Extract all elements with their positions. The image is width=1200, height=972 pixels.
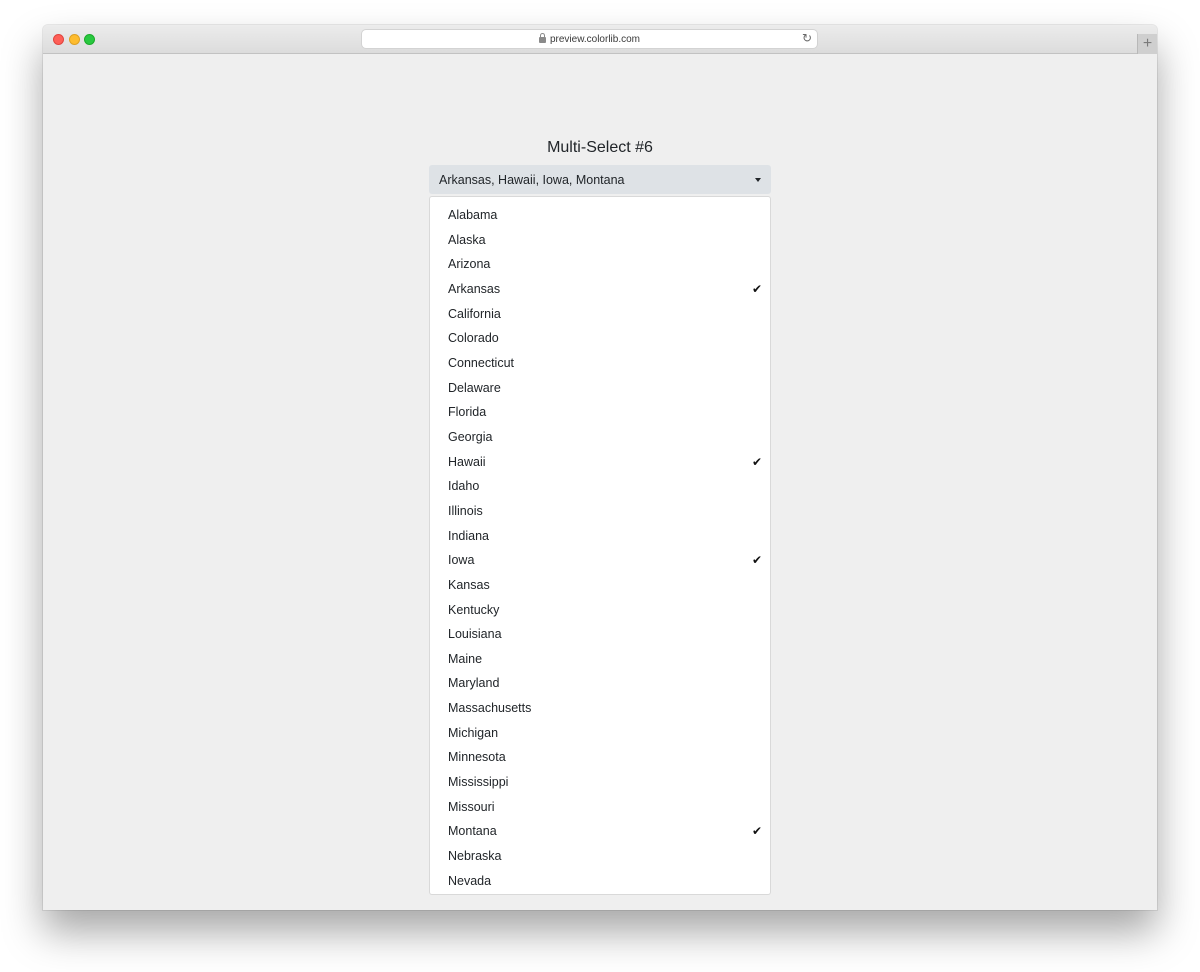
dropdown-option[interactable]: Louisiana — [430, 622, 770, 647]
option-label: Alabama — [448, 208, 498, 222]
dropdown-option[interactable]: Arkansas ✔ — [430, 277, 770, 302]
checkmark-icon: ✔ — [751, 281, 762, 296]
close-window-icon[interactable] — [53, 34, 64, 45]
dropdown-option[interactable]: Mississippi — [430, 770, 770, 795]
dropdown-option[interactable]: Connecticut — [430, 351, 770, 376]
minimize-window-icon[interactable] — [69, 34, 80, 45]
option-label: Maryland — [448, 676, 500, 691]
dropdown-option[interactable]: Arizona — [430, 252, 770, 277]
new-tab-button[interactable]: + — [1137, 34, 1157, 54]
dropdown-option[interactable]: Kansas — [430, 573, 770, 598]
dropdown-option[interactable]: Maryland — [430, 671, 770, 696]
dropdown-option[interactable]: Massachusetts — [430, 696, 770, 721]
multi-select-toggle[interactable]: Arkansas, Hawaii, Iowa, Montana — [429, 165, 771, 194]
dropdown-option[interactable]: Hawaii ✔ — [430, 450, 770, 475]
option-label: Delaware — [448, 380, 501, 395]
address-bar-url: preview.colorlib.com — [549, 33, 641, 45]
checkmark-icon: ✔ — [751, 454, 762, 469]
dropdown-option[interactable]: Illinois — [430, 499, 770, 524]
option-label: California — [448, 306, 501, 321]
option-label: Montana — [448, 824, 497, 839]
option-label: Connecticut — [448, 355, 515, 370]
dropdown-option[interactable]: Indiana — [430, 524, 770, 549]
option-label: Missouri — [448, 799, 495, 814]
option-label: Iowa — [448, 553, 475, 568]
option-label: Minnesota — [448, 750, 506, 765]
option-label: Idaho — [448, 479, 480, 494]
dropdown-option[interactable]: Minnesota — [430, 745, 770, 770]
option-label: Alaska — [448, 232, 486, 247]
reload-icon[interactable]: ↻ — [802, 31, 812, 45]
checkmark-icon: ✔ — [751, 553, 762, 568]
dropdown-option[interactable]: Colorado — [430, 326, 770, 351]
page-title: Multi-Select #6 — [547, 139, 653, 156]
option-label: Illinois — [448, 503, 483, 518]
option-label: Nebraska — [448, 849, 502, 864]
dropdown-option[interactable]: Nebraska — [430, 844, 770, 869]
option-label: Michigan — [448, 725, 499, 740]
dropdown-option[interactable]: Georgia — [430, 425, 770, 450]
option-label: Kentucky — [448, 602, 500, 617]
dropdown-option[interactable]: Iowa ✔ — [430, 548, 770, 573]
option-label: Kansas — [448, 577, 490, 592]
dropdown-option[interactable]: Nevada — [430, 869, 770, 894]
option-label: Mississippi — [448, 775, 509, 790]
option-label: Indiana — [448, 528, 490, 543]
option-label: Florida — [448, 405, 487, 420]
option-label: Nevada — [448, 873, 492, 888]
lock-icon — [538, 33, 546, 43]
dropdown-option[interactable]: Michigan — [430, 721, 770, 746]
dropdown-option[interactable]: Missouri — [430, 795, 770, 820]
multi-select-value: Arkansas, Hawaii, Iowa, Montana — [439, 172, 625, 187]
dropdown-option[interactable]: Kentucky — [430, 598, 770, 623]
option-label: Maine — [448, 651, 483, 666]
dropdown-option[interactable]: Montana ✔ — [430, 819, 770, 844]
dropdown-option[interactable]: Alabama — [430, 203, 770, 228]
option-label: Arkansas — [448, 281, 501, 296]
browser-window: preview.colorlib.com ↻ + Multi-Select #6… — [43, 25, 1157, 910]
option-label: Massachusetts — [448, 701, 532, 716]
maximize-window-icon[interactable] — [84, 34, 95, 45]
address-bar[interactable]: preview.colorlib.com ↻ — [362, 30, 817, 48]
browser-titlebar: preview.colorlib.com ↻ + — [43, 25, 1157, 54]
option-label: Arizona — [448, 257, 491, 272]
dropdown-option[interactable]: California — [430, 302, 770, 327]
option-label: Colorado — [448, 331, 499, 346]
dropdown-option[interactable]: Idaho — [430, 474, 770, 499]
option-label: Georgia — [448, 429, 493, 444]
dropdown-option[interactable]: Maine — [430, 647, 770, 672]
dropdown-option[interactable]: Alaska — [430, 228, 770, 253]
option-label: Louisiana — [448, 627, 502, 642]
caret-down-icon — [755, 178, 761, 182]
dropdown-option[interactable]: Florida — [430, 400, 770, 425]
option-label: Hawaii — [448, 454, 486, 469]
multi-select-dropdown: Alabama Alaska Arizona Arkansas ✔ California C… — [429, 196, 771, 895]
checkmark-icon: ✔ — [751, 824, 762, 839]
dropdown-option[interactable]: Delaware — [430, 376, 770, 401]
